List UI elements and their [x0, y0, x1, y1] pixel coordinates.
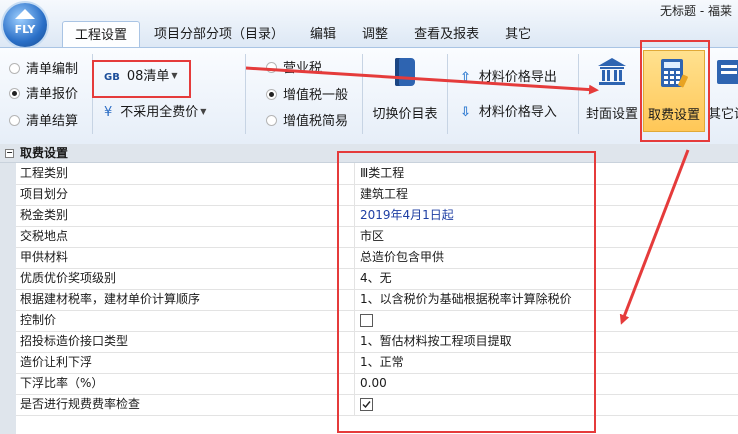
other-settings-icon: [717, 60, 738, 84]
app-logo-text: FLY: [14, 23, 36, 36]
window-title: 无标题 - 福莱: [660, 4, 732, 18]
row-label: 工程类别: [20, 166, 69, 180]
title-bar: FLY 无标题 - 福莱 工程设置 项目分部分项（目录） 编辑 调整 查看及报表…: [0, 0, 738, 48]
collapse-icon[interactable]: −: [5, 149, 14, 158]
fee-option-label: 不采用全费价: [120, 105, 199, 120]
import-material-price-button[interactable]: ⇩ 材料价格导入: [460, 102, 557, 124]
row-label: 甲供材料: [20, 250, 69, 264]
row-label: 项目划分: [20, 187, 69, 201]
tab-project-settings[interactable]: 工程设置: [62, 21, 141, 48]
row-label: 造价让利下浮: [20, 355, 93, 369]
switch-price-catalog-label: 切换价目表: [372, 107, 438, 122]
switch-price-catalog-button[interactable]: 切换价目表: [366, 50, 444, 130]
radio-bill-quote[interactable]: 清单报价: [9, 85, 78, 105]
radio-dot: [266, 115, 277, 126]
cover-settings-label: 封面设置: [585, 107, 638, 122]
radio-dot: [9, 115, 20, 126]
upload-icon: ⇧: [460, 70, 471, 85]
grid-gutter: [0, 163, 16, 434]
tab-edit[interactable]: 编辑: [298, 21, 348, 47]
radio-dot: [9, 63, 20, 74]
section-title: 取费设置: [20, 146, 69, 160]
radio-dot: [9, 88, 20, 99]
chevron-down-icon: ▼: [200, 107, 207, 116]
tab-other[interactable]: 其它: [493, 21, 543, 47]
radio-dot: [266, 89, 277, 100]
export-material-price-label: 材料价格导出: [478, 70, 557, 85]
ribbon-separator: [447, 54, 448, 134]
book-icon: [395, 58, 415, 86]
row-label: 税金类别: [20, 208, 69, 222]
download-icon: ⇩: [460, 105, 471, 120]
annotation-box-bill-standard: [92, 60, 191, 98]
other-settings-label: 其它设: [708, 107, 738, 122]
yen-icon: ¥: [104, 105, 113, 120]
ribbon-separator: [245, 54, 246, 134]
row-label: 是否进行规费费率检查: [20, 397, 141, 411]
import-material-price-label: 材料价格导入: [478, 105, 557, 120]
radio-bill-settle-label: 清单结算: [26, 114, 79, 129]
radio-vat-simple[interactable]: 增值税简易: [266, 112, 348, 132]
tab-project-items[interactable]: 项目分部分项（目录）: [142, 21, 296, 47]
export-material-price-button[interactable]: ⇧ 材料价格导出: [460, 67, 557, 89]
row-label: 根据建材税率，建材单价计算顺序: [20, 292, 201, 306]
radio-bill-compile[interactable]: 清单编制: [9, 60, 78, 80]
cover-settings-button[interactable]: 封面设置: [582, 50, 642, 130]
radio-vat-general[interactable]: 增值税一般: [266, 86, 348, 106]
radio-bill-settle[interactable]: 清单结算: [9, 112, 78, 132]
radio-vat-general-label: 增值税一般: [283, 88, 349, 103]
annotation-box-fee-grid: [337, 151, 596, 433]
radio-vat-simple-label: 增值税简易: [283, 114, 349, 129]
radio-business-tax-label: 营业税: [283, 61, 323, 76]
radio-dot: [266, 62, 277, 73]
annotation-box-fee-settings: [640, 40, 710, 142]
ribbon-separator: [578, 54, 579, 134]
house-icon: [15, 9, 35, 19]
row-label: 优质优价奖项级别: [20, 271, 117, 285]
ribbon-tabs: 工程设置 项目分部分项（目录） 编辑 调整 查看及报表 其它: [62, 21, 545, 48]
row-label: 控制价: [20, 313, 57, 327]
tab-view-reports[interactable]: 查看及报表: [402, 21, 491, 47]
bank-icon: [598, 58, 626, 85]
ribbon-separator: [362, 54, 363, 134]
tab-adjust[interactable]: 调整: [350, 21, 400, 47]
radio-business-tax[interactable]: 营业税: [266, 59, 322, 79]
fee-option-dropdown[interactable]: ¥ 不采用全费价 ▼: [104, 101, 206, 123]
row-label: 下浮比率（%）: [20, 376, 104, 390]
radio-bill-quote-label: 清单报价: [26, 87, 79, 102]
radio-bill-compile-label: 清单编制: [26, 62, 79, 77]
row-label: 交税地点: [20, 229, 69, 243]
row-label: 招投标造价接口类型: [20, 334, 129, 348]
app-logo[interactable]: FLY: [3, 3, 47, 47]
